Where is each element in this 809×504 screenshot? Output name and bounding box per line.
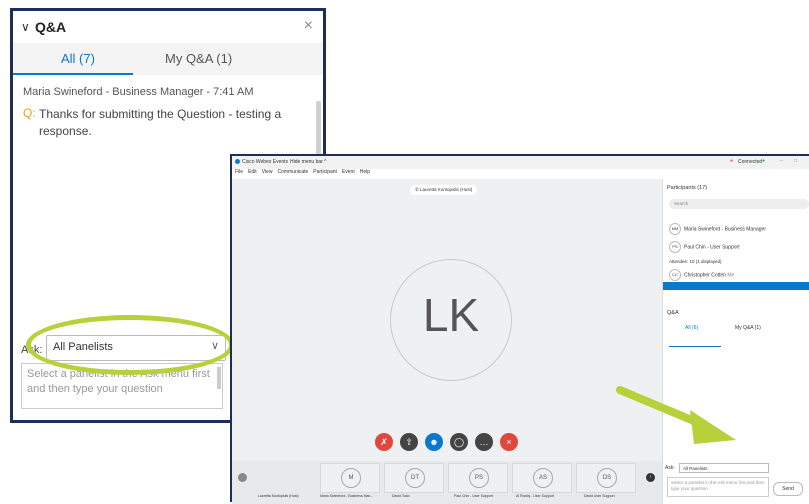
attendee-row[interactable]: CC Christopher Cotten Me <box>669 269 734 281</box>
panelist-name: Maria Swineford - Business Manager <box>684 226 766 233</box>
maximize-icon[interactable]: □ <box>794 158 797 164</box>
thumb-0[interactable]: M <box>320 463 380 493</box>
qa-header: ∨ Q&A × <box>13 11 323 43</box>
participants-title[interactable]: Participants (17) <box>667 185 707 191</box>
thumb-2[interactable]: PS <box>448 463 508 493</box>
input-scrollbar[interactable] <box>217 367 221 389</box>
film-label: Maria Swineford - Business Man... <box>320 494 374 498</box>
avatar-initials: LK <box>422 289 480 341</box>
app-title: Cisco Webex Events <box>242 159 289 165</box>
presenter-name: Lauretta Kontopidis (Host) <box>420 187 473 192</box>
hide-menu-bar[interactable]: Hide menu bar ^ <box>290 159 327 165</box>
ask-label-small: Ask: <box>665 465 675 471</box>
panelist-name: Paul Chin - User Support <box>684 244 740 251</box>
menu-view[interactable]: View <box>262 169 273 175</box>
show-all-bar[interactable] <box>663 282 809 290</box>
film-label: David Todd <box>392 494 410 498</box>
film-label: Al Roddy - User Support <box>516 494 554 498</box>
thumb-initials: M <box>341 468 361 488</box>
mute-button[interactable]: ✗ <box>375 433 393 451</box>
chevron-down-icon[interactable]: ∨ <box>21 20 30 34</box>
leave-button[interactable]: × <box>500 433 518 451</box>
arrow-pointer-icon <box>616 386 736 444</box>
thumb-4[interactable]: DS <box>576 463 636 493</box>
thumb-initials: DT <box>405 468 425 488</box>
mic-muted-icon: ✗ <box>380 437 388 447</box>
person-icon: ☻ <box>429 437 439 447</box>
thumb-initials: AS <box>533 468 553 488</box>
menu-file[interactable]: File <box>235 169 243 175</box>
menu-bar: File Edit View Communicate Participant Event H… <box>232 169 809 179</box>
chevron-down-icon: ∨ <box>210 340 219 352</box>
tab-my-qa[interactable]: My Q&A (1) <box>165 51 232 66</box>
panelist-row[interactable]: MM Maria Swineford - Business Manager <box>669 223 766 235</box>
more-button[interactable]: … <box>475 433 493 451</box>
close-icon[interactable]: × <box>304 17 313 35</box>
side-panel: Participants (17) Search MM Maria Swinefo… <box>662 179 809 504</box>
ask-select-small[interactable]: All Panelists <box>679 463 769 473</box>
thumb-1[interactable]: DT <box>384 463 444 493</box>
webex-logo-icon <box>235 159 240 164</box>
film-label: Paul Chin - User Support <box>454 494 493 498</box>
more-icon: … <box>479 437 489 447</box>
send-button[interactable]: Send <box>773 482 803 496</box>
filmstrip: M DT PS AS DS › Lauretta Kontopidis (Hos… <box>232 461 662 504</box>
share-icon: ⇧ <box>405 437 413 447</box>
qa-title-small[interactable]: Q&A <box>667 310 679 316</box>
tab-all-small[interactable]: All (6) <box>685 325 698 331</box>
next-page-icon[interactable]: › <box>646 473 655 482</box>
thumb-initials: DS <box>597 468 617 488</box>
avatar: MM <box>669 223 681 235</box>
share-button[interactable]: ⇧ <box>400 433 418 451</box>
presenter-tag: ✆ Lauretta Kontopidis (Host) <box>410 185 478 195</box>
question-input-small[interactable]: Select a panelist in the Ask menu first … <box>667 477 769 497</box>
thumb-initials: PS <box>469 468 489 488</box>
chat-icon: ◯ <box>453 437 465 447</box>
status-dot-icon: ● <box>762 158 766 164</box>
self-view-icon[interactable] <box>238 473 247 482</box>
menu-help[interactable]: Help <box>360 169 370 175</box>
connection-status: Connected <box>738 159 763 165</box>
tab-my-qa-small[interactable]: My Q&A (1) <box>735 325 761 331</box>
attendee-sub: Me <box>727 272 735 279</box>
ask-select[interactable]: All Panelists ∨ <box>46 335 226 361</box>
chat-button[interactable]: ◯ <box>450 433 468 451</box>
question-meta: Maria Swineford - Business Manager - 7:4… <box>23 86 254 98</box>
qa-tabs: All (7) My Q&A (1) <box>13 43 323 75</box>
active-tab-indicator <box>13 73 133 75</box>
video-stage: ✆ Lauretta Kontopidis (Host) LK ✗ ⇧ ☻ ◯ … <box>232 179 662 471</box>
film-label: David User Support <box>584 494 615 498</box>
attendee-name: Christopher Cotten <box>684 272 726 279</box>
menu-communicate[interactable]: Communicate <box>277 169 308 175</box>
tab-all[interactable]: All (7) <box>61 51 95 66</box>
question-prefix: Q: <box>23 106 36 120</box>
menu-participant[interactable]: Participant <box>313 169 337 175</box>
minimize-icon[interactable]: – <box>780 158 783 164</box>
menu-edit[interactable]: Edit <box>248 169 257 175</box>
ask-select-value: All Panelists <box>53 341 113 353</box>
active-tab-indicator <box>669 346 721 347</box>
thumb-3[interactable]: AS <box>512 463 572 493</box>
film-label: Lauretta Kontopidis (Host) <box>258 494 299 498</box>
participant-search[interactable]: Search <box>669 199 809 209</box>
question-input[interactable]: Select a panelist in the Ask menu first … <box>21 363 223 409</box>
panelist-row[interactable]: PS Paul Chin - User Support <box>669 241 740 253</box>
participants-button[interactable]: ☻ <box>425 433 443 451</box>
presenter-avatar: LK <box>390 259 512 381</box>
avatar: PS <box>669 241 681 253</box>
question-text: Thanks for submitting the Question - tes… <box>39 107 282 138</box>
title-bar: Cisco Webex Events Hide menu bar ^ ● Con… <box>232 156 809 169</box>
qa-title: Q&A <box>35 19 67 35</box>
close-icon: × <box>506 437 512 447</box>
record-icon: ● <box>730 158 734 164</box>
menu-event[interactable]: Event <box>342 169 355 175</box>
avatar: CC <box>669 269 681 281</box>
attendee-header[interactable]: Attendee: 10 (1 displayed) <box>669 259 722 264</box>
ask-label: Ask: <box>21 344 43 356</box>
